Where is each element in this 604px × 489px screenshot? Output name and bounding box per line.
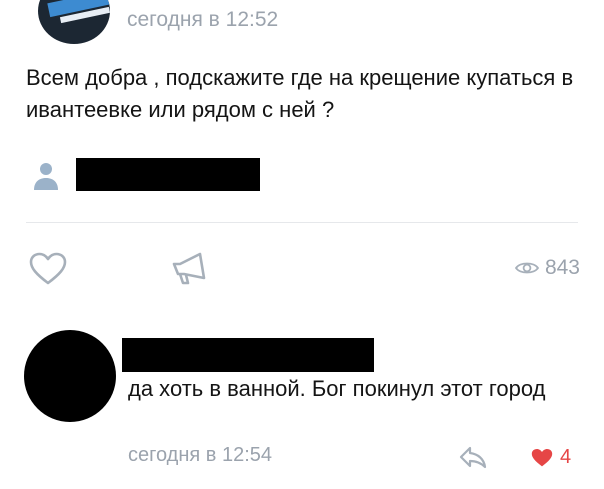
comment-timestamp: сегодня в 12:54 [128, 444, 272, 466]
post-text: Всем добра , подскажите где на крещение … [26, 65, 574, 122]
post-timestamp: сегодня в 12:52 [127, 8, 279, 31]
post-author-avatar[interactable] [38, 0, 110, 44]
divider [26, 222, 578, 223]
redacted-comment-author [122, 338, 374, 372]
comment-text: да хоть в ванной. Бог покинул этот город [128, 376, 546, 401]
comment-like-button[interactable]: 4 [530, 446, 571, 469]
comment-author-avatar[interactable] [24, 330, 116, 422]
heart-outline-icon[interactable] [28, 252, 68, 286]
heart-filled-icon [531, 448, 553, 466]
eye-icon [514, 262, 539, 274]
person-icon [34, 163, 58, 190]
views-count: 843 [544, 256, 580, 279]
post-author-name-cropped[interactable] [128, 0, 188, 4]
reply-arrow-icon[interactable] [458, 444, 488, 470]
views-counter: 843 [514, 256, 580, 280]
megaphone-icon[interactable] [170, 250, 210, 286]
redacted-signer-name [76, 158, 260, 191]
comment-like-count: 4 [560, 446, 572, 468]
